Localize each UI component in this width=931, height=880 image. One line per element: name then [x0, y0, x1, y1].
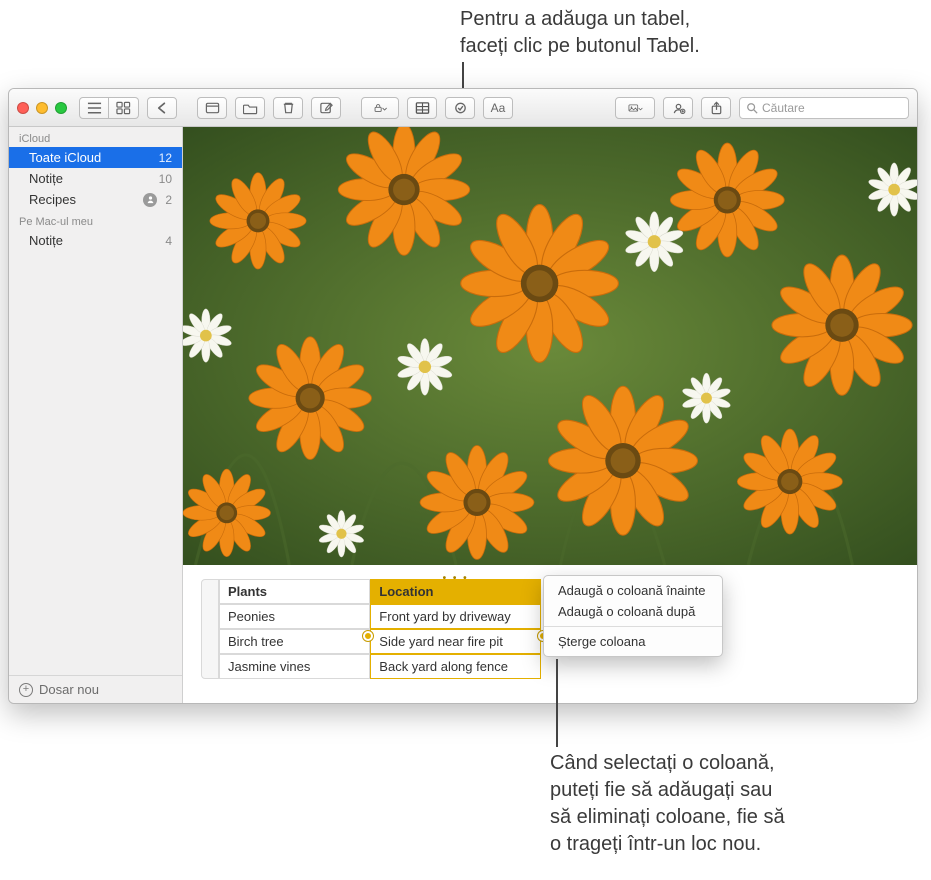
- note-image: [183, 127, 917, 565]
- attachments-button[interactable]: [197, 97, 227, 119]
- table-cell[interactable]: Jasmine vines: [219, 654, 370, 679]
- table-cell[interactable]: Side yard near fire pit: [370, 629, 541, 654]
- table-button[interactable]: [407, 97, 437, 119]
- close-icon[interactable]: [17, 102, 29, 114]
- notes-window: Aa Căutare iCloud Toate iCloud 12 Notițe…: [8, 88, 918, 704]
- sidebar-item-count: 12: [159, 151, 172, 165]
- callout-line-bottom: [556, 659, 558, 747]
- sidebar-item-label: Notițe: [29, 171, 63, 186]
- sidebar-section-label: iCloud: [9, 127, 182, 147]
- sidebar-item-label: Notițe: [29, 233, 63, 248]
- delete-button[interactable]: [273, 97, 303, 119]
- note-table[interactable]: Plants • • • Location Peonies Front yard…: [201, 579, 541, 679]
- lock-button[interactable]: [361, 97, 399, 119]
- column-drag-icon[interactable]: • • •: [443, 573, 469, 584]
- menu-add-column-before[interactable]: Adaugă o coloană înainte: [544, 580, 722, 601]
- share-button[interactable]: [701, 97, 731, 119]
- zoom-icon[interactable]: [55, 102, 67, 114]
- folder-button[interactable]: [235, 97, 265, 119]
- sidebar-item-all-icloud[interactable]: Toate iCloud 12: [9, 147, 182, 168]
- new-folder-label: Dosar nou: [39, 682, 99, 697]
- sidebar-item-label: Recipes: [29, 192, 76, 207]
- minimize-icon[interactable]: [36, 102, 48, 114]
- plus-icon: +: [19, 683, 33, 697]
- callout-add-table: Pentru a adăuga un tabel,faceți clic pe …: [460, 6, 790, 60]
- callout-column-select: Când selectați o coloană,puteți fie să a…: [550, 750, 880, 858]
- collaborate-button[interactable]: [663, 97, 693, 119]
- table-zone: Plants • • • Location Peonies Front yard…: [183, 565, 917, 703]
- sidebar-item-count: 4: [165, 234, 172, 248]
- format-button[interactable]: Aa: [483, 97, 513, 119]
- search-input[interactable]: Căutare: [739, 97, 909, 119]
- back-button[interactable]: [147, 97, 177, 119]
- note-area: Plants • • • Location Peonies Front yard…: [183, 127, 917, 703]
- search-icon: [746, 102, 758, 114]
- sidebar-item-count: 2: [165, 193, 172, 207]
- table-cell[interactable]: Birch tree: [219, 629, 370, 654]
- sidebar-item-notes[interactable]: Notițe 10: [9, 168, 182, 189]
- table-cell[interactable]: Back yard along fence: [370, 654, 541, 679]
- list-view-button[interactable]: [79, 97, 109, 119]
- table-cell[interactable]: Front yard by driveway: [370, 604, 541, 629]
- checklist-button[interactable]: [445, 97, 475, 119]
- sidebar-item-local-notes[interactable]: Notițe 4: [9, 230, 182, 251]
- column-context-menu: Adaugă o coloană înainte Adaugă o coloan…: [543, 575, 723, 657]
- view-mode-segment: [79, 97, 139, 119]
- sidebar-item-label: Toate iCloud: [29, 150, 101, 165]
- sidebar: iCloud Toate iCloud 12 Notițe 10 Recipes…: [9, 127, 183, 703]
- new-note-button[interactable]: [311, 97, 341, 119]
- sidebar-item-count: 10: [159, 172, 172, 186]
- table-header[interactable]: Plants: [219, 579, 370, 604]
- sidebar-section-label: Pe Mac-ul meu: [9, 210, 182, 230]
- table-header-selected[interactable]: • • • Location: [370, 579, 541, 604]
- media-button[interactable]: [615, 97, 655, 119]
- menu-add-column-after[interactable]: Adaugă o coloană după: [544, 601, 722, 622]
- table-cell[interactable]: Peonies: [219, 604, 370, 629]
- search-placeholder: Căutare: [762, 101, 805, 115]
- window-controls: [17, 102, 67, 114]
- titlebar: Aa Căutare: [9, 89, 917, 127]
- shared-icon: [143, 193, 157, 207]
- row-handle[interactable]: [201, 579, 219, 679]
- menu-delete-column[interactable]: Șterge coloana: [544, 631, 722, 652]
- sidebar-item-recipes[interactable]: Recipes 2: [9, 189, 182, 210]
- menu-separator: [544, 626, 722, 627]
- column-resize-handle[interactable]: [363, 631, 373, 641]
- grid-view-button[interactable]: [109, 97, 139, 119]
- new-folder-button[interactable]: + Dosar nou: [9, 675, 182, 703]
